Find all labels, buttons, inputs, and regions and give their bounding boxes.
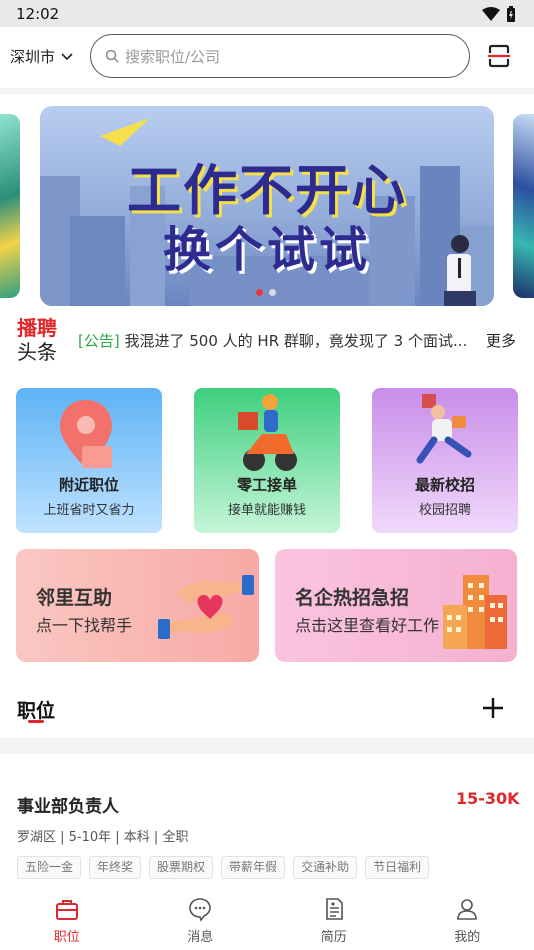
- graduate-icon: [416, 394, 472, 464]
- shortcut-title: 最新校招: [414, 476, 475, 494]
- search-input[interactable]: 搜索职位/公司: [90, 34, 470, 78]
- news-more-link[interactable]: 更多: [486, 330, 516, 351]
- buildings-icon: [443, 575, 507, 649]
- promo-title: 名企热招急招: [295, 587, 410, 609]
- news-tag: [公告]: [78, 332, 120, 350]
- job-tag: 股票期权: [149, 856, 214, 879]
- tab-profile[interactable]: 我的: [401, 892, 534, 950]
- section-title-jobs: 职位: [17, 700, 56, 722]
- banner-next-slide[interactable]: [513, 114, 534, 298]
- add-icon[interactable]: [481, 696, 505, 720]
- tab-label: 简历: [320, 930, 347, 945]
- status-time: 12:02: [16, 4, 60, 23]
- tab-resume[interactable]: 简历: [267, 892, 401, 950]
- resume-icon: [325, 898, 343, 920]
- news-headline[interactable]: [公告] 我混进了 500 人的 HR 群聊，竟发现了 3 个面试...: [78, 330, 470, 351]
- job-tag: 节日福利: [365, 856, 430, 879]
- wifi-icon: [482, 6, 500, 21]
- shortcut-subtitle: 接单就能赚钱: [227, 503, 306, 518]
- job-salary: 15-30K: [456, 789, 520, 808]
- shortcut-gig-orders[interactable]: 零工接单 接单就能赚钱: [194, 388, 340, 533]
- helping-hands-icon: [158, 575, 254, 639]
- briefcase-icon: [55, 900, 78, 920]
- chevron-down-icon: [61, 52, 73, 60]
- banner-headline-2: 换个试试: [162, 222, 371, 278]
- bottom-tab-bar: 职位 消息 简历 我的: [0, 892, 534, 950]
- shortcut-subtitle: 上班省时又省力: [43, 503, 135, 518]
- city-label: 深圳市: [10, 48, 56, 66]
- news-text: 我混进了 500 人的 HR 群聊，竟发现了 3 个面试...: [124, 332, 468, 350]
- promo-subtitle: 点击这里查看好工作: [295, 616, 440, 635]
- tab-label: 消息: [187, 930, 214, 945]
- tab-jobs[interactable]: 职位: [0, 892, 134, 950]
- promo-top-companies[interactable]: 名企热招急招 点击这里查看好工作: [275, 549, 517, 662]
- promo-subtitle: 点一下找帮手: [36, 616, 133, 635]
- shortcut-subtitle: 校园招聘: [418, 503, 471, 518]
- tab-label: 职位: [53, 930, 80, 945]
- job-tag: 带薪年假: [221, 856, 286, 879]
- scooter-rider-icon: [238, 394, 297, 471]
- promo-title: 邻里互助: [36, 587, 113, 609]
- location-pin-icon: [60, 400, 112, 468]
- status-bar: 12:02: [0, 0, 534, 27]
- job-meta: 罗湖区 | 5-10年 | 本科 | 全职: [17, 830, 189, 845]
- carousel-indicator: [256, 289, 276, 296]
- carousel-dot: [269, 289, 276, 296]
- tab-label: 我的: [454, 930, 481, 945]
- shortcut-title: 零工接单: [236, 476, 297, 494]
- header-divider: [0, 88, 534, 94]
- battery-icon: [507, 5, 515, 22]
- carousel-dot-active: [256, 289, 263, 296]
- job-tag: 五险一金: [17, 856, 82, 879]
- profile-icon: [457, 899, 478, 920]
- shortcut-nearby-jobs[interactable]: 附近职位 上班省时又省力: [16, 388, 162, 533]
- banner-prev-slide[interactable]: [0, 114, 20, 298]
- section-underline: [28, 720, 44, 723]
- job-tag: 年终奖: [89, 856, 142, 879]
- chat-icon: [189, 898, 212, 922]
- search-placeholder: 搜索职位/公司: [125, 47, 221, 66]
- news-ticker[interactable]: 播聘 头条 [公告] 我混进了 500 人的 HR 群聊，竟发现了 3 个面试.…: [0, 312, 534, 368]
- city-selector[interactable]: 深圳市: [10, 46, 73, 67]
- promo-neighbor-help[interactable]: 邻里互助 点一下找帮手: [16, 549, 259, 662]
- job-tag: 交通补助: [293, 856, 358, 879]
- job-tags: 五险一金 年终奖 股票期权 带薪年假 交通补助 节日福利: [17, 856, 430, 879]
- shortcut-campus-recruit[interactable]: 最新校招 校园招聘: [372, 388, 518, 533]
- news-logo: 播聘 头条: [17, 316, 57, 364]
- job-title: 事业部负责人: [17, 797, 119, 817]
- tab-messages[interactable]: 消息: [134, 892, 268, 950]
- search-icon: [105, 49, 119, 63]
- section-divider: [0, 738, 534, 754]
- banner[interactable]: 工作不开心 换个试试: [40, 106, 494, 306]
- scan-icon[interactable]: [486, 43, 512, 69]
- shortcut-title: 附近职位: [58, 476, 119, 494]
- top-bar: 深圳市 搜索职位/公司: [0, 27, 534, 89]
